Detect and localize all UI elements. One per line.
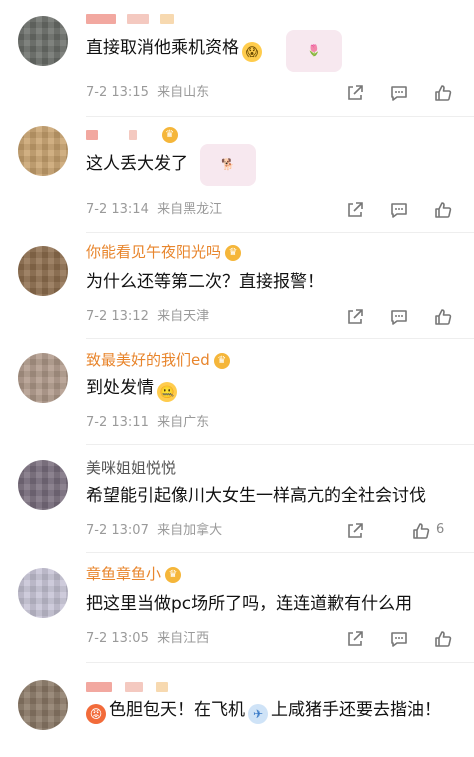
like-icon[interactable]: 6 [410, 520, 444, 542]
comment-meta: 7-2 13:11 来自广东 [86, 415, 210, 430]
like-icon[interactable] [432, 82, 454, 104]
comment-text: 希望能引起像川大女生一样高亢的全社会讨伐 [86, 486, 426, 506]
airplane-emoji: ✈ [248, 704, 268, 724]
comment-text: 😡 色胆包天！在飞机 ✈ 上咸猪手还要去揩油！ [86, 696, 461, 724]
username[interactable]: 美咪姐姐悦悦 [86, 458, 176, 478]
share-icon[interactable] [344, 82, 366, 104]
comment-meta: 7-2 13:07 来自加拿大 [86, 523, 223, 538]
avatar[interactable] [18, 460, 68, 510]
vip-badge-icon: ♛ [225, 244, 242, 261]
comment-actions: 6 [344, 520, 454, 542]
angry-emoji: 😡 [86, 704, 106, 724]
comment-actions [344, 199, 454, 221]
comment-icon[interactable] [388, 628, 410, 650]
divider [86, 444, 474, 445]
comment-actions [344, 628, 454, 650]
avatar[interactable] [18, 16, 68, 66]
username[interactable]: 致最美好的我们ed ♛ [86, 350, 230, 370]
tulip-sticker: 🌷 [286, 30, 342, 72]
comment-text: 这人丢大发了 [86, 154, 188, 174]
vip-badge-icon: ♛ [161, 126, 178, 143]
comment-icon[interactable] [388, 82, 410, 104]
comment-meta: 7-2 13:05 来自江西 [86, 631, 210, 646]
comment-actions [344, 306, 454, 328]
comment-icon[interactable] [388, 306, 410, 328]
comment-icon[interactable] [388, 199, 410, 221]
share-icon[interactable] [344, 628, 366, 650]
comment-meta: 7-2 13:15 来自山东 [86, 85, 210, 100]
comment-text: 为什么还等第二次？直接报警！ [86, 272, 324, 292]
divider [86, 552, 474, 553]
avatar[interactable] [18, 568, 68, 618]
like-icon[interactable] [432, 199, 454, 221]
like-count: 6 [436, 522, 445, 537]
username[interactable] [86, 676, 168, 696]
comment-text: 到处发情 🤐 [86, 374, 461, 402]
username[interactable]: 你能看见午夜阳光吗 ♛ [86, 242, 242, 262]
avatar[interactable] [18, 126, 68, 176]
avatar[interactable] [18, 246, 68, 296]
comment-actions [344, 82, 454, 104]
like-icon[interactable] [432, 628, 454, 650]
comment-text: 直接取消他乘机资格 😱 [86, 34, 461, 62]
comment-text: 把这里当做pc场所了吗，连连道歉有什么用 [86, 594, 413, 614]
scream-emoji: 😱 [242, 42, 262, 62]
like-icon[interactable] [432, 306, 454, 328]
divider [86, 338, 474, 339]
username[interactable] [86, 8, 174, 28]
comment-meta: 7-2 13:12 来自天津 [86, 309, 210, 324]
avatar[interactable] [18, 353, 68, 403]
avatar[interactable] [18, 680, 68, 730]
divider [86, 232, 474, 233]
username[interactable]: 章鱼章鱼小 ♛ [86, 564, 182, 584]
share-icon[interactable] [344, 199, 366, 221]
comment-meta: 7-2 13:14 来自黑龙江 [86, 202, 223, 217]
share-icon[interactable] [344, 520, 366, 542]
divider [86, 116, 474, 117]
divider [86, 662, 474, 663]
zipper-mouth-emoji: 🤐 [157, 382, 177, 402]
doge-2023-sticker: 🐕 [200, 144, 256, 186]
vip-badge-icon: ♛ [213, 352, 230, 369]
username[interactable]: ♛ [86, 124, 178, 144]
vip-badge-icon: ♛ [165, 566, 182, 583]
share-icon[interactable] [344, 306, 366, 328]
